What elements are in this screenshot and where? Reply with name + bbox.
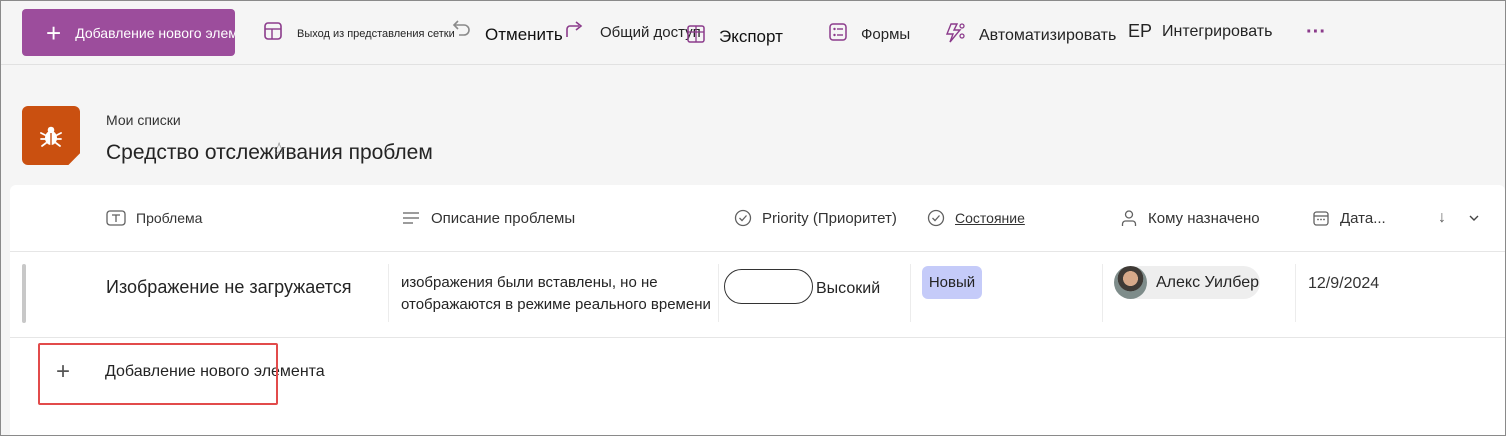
column-label: Priority (Приоритет) — [762, 209, 897, 227]
cell-divider — [1102, 264, 1103, 322]
row-selection-indicator[interactable] — [22, 264, 26, 323]
check-circle-icon — [734, 209, 752, 227]
cell-divider — [910, 264, 911, 322]
exit-grid-view-label: Выход из представления сетки — [297, 27, 455, 40]
export-label: Экспорт — [719, 26, 783, 46]
column-header-issue[interactable]: Проблема — [106, 185, 202, 251]
export-button[interactable]: Экспорт — [685, 23, 783, 50]
highlight-annotation — [38, 343, 278, 405]
column-label: Кому назначено — [1148, 209, 1260, 227]
check-circle-icon — [927, 209, 945, 227]
exit-grid-view-button[interactable]: Выход из представления сетки — [263, 21, 455, 46]
column-header-description[interactable]: Описание проблемы — [401, 185, 575, 251]
date-cell[interactable]: 12/9/2024 — [1308, 275, 1379, 293]
undo-icon — [450, 17, 472, 44]
undo-label: Отменить — [485, 25, 563, 44]
more-options-button[interactable]: ··· — [1306, 21, 1326, 44]
new-item-button[interactable]: + Добавление нового элемента — [22, 9, 235, 56]
description-cell[interactable]: изображения были вставлены, но не отобра… — [401, 272, 711, 316]
calendar-icon — [1312, 209, 1330, 227]
forms-label: Формы — [861, 26, 911, 43]
integrate-prefix: EP — [1128, 21, 1153, 41]
command-bar: + Добавление нового элемента Выход из пр… — [1, 1, 1505, 65]
breadcrumb[interactable]: Мои списки — [106, 112, 181, 128]
grid-icon — [263, 21, 283, 46]
column-header-date[interactable]: Дата... — [1312, 185, 1386, 251]
column-label: Дата... — [1340, 209, 1386, 227]
integrate-label: Интегрировать — [1162, 22, 1273, 40]
column-header-status[interactable]: Состояние — [927, 185, 1025, 251]
lines-icon — [401, 210, 421, 226]
automate-button[interactable]: Автоматизировать — [943, 21, 1116, 50]
bug-icon — [40, 126, 62, 147]
cell-divider — [718, 264, 719, 322]
automate-label: Автоматизировать — [979, 26, 1117, 44]
cell-divider — [388, 264, 389, 322]
issue-cell[interactable]: Изображение не загружается — [106, 277, 351, 298]
favorite-star-icon[interactable]: ☆ — [271, 139, 287, 160]
text-type-icon — [106, 210, 126, 226]
flow-icon — [943, 21, 967, 50]
person-icon — [1120, 209, 1138, 227]
chevron-down-icon — [1469, 215, 1479, 221]
new-item-label: Добавление нового элемента — [75, 24, 235, 41]
assignee-pill[interactable]: Алекс Уилбер — [1114, 266, 1260, 299]
page-title: Средство отслеживания проблем — [106, 141, 433, 164]
list-icon — [22, 106, 80, 165]
undo-button[interactable] — [450, 17, 486, 44]
integrate-button[interactable]: EP Интегрировать — [1128, 21, 1272, 42]
priority-cell[interactable]: Высокий — [816, 280, 880, 298]
column-header-priority[interactable]: Priority (Приоритет) — [734, 185, 897, 251]
excel-icon — [685, 23, 707, 50]
status-badge[interactable]: Новый — [922, 266, 982, 299]
column-label: Состояние — [955, 210, 1025, 226]
priority-cell-focus[interactable] — [724, 269, 813, 304]
undo-label-wrap: Отменить — [485, 25, 563, 45]
more-icon: ··· — [1306, 21, 1326, 43]
column-label: Описание проблемы — [431, 209, 576, 227]
column-header-assigned[interactable]: Кому назначено — [1120, 185, 1260, 251]
assignee-name: Алекс Уилбер — [1156, 273, 1260, 291]
app-frame: + Добавление нового элемента Выход из пр… — [0, 0, 1506, 436]
avatar — [1114, 266, 1147, 299]
column-menu-button[interactable] — [1468, 185, 1480, 251]
share-button[interactable]: Общий доступ — [564, 19, 701, 46]
table-row[interactable]: Изображение не загружается изображения б… — [10, 252, 1505, 337]
sort-arrow-icon[interactable]: ↓ — [1438, 185, 1446, 251]
forms-icon — [827, 21, 849, 48]
share-icon — [564, 19, 586, 46]
column-label: Проблема — [136, 210, 203, 226]
cell-divider — [1295, 264, 1296, 322]
plus-icon: + — [46, 17, 62, 48]
forms-button[interactable]: Формы — [827, 21, 910, 48]
